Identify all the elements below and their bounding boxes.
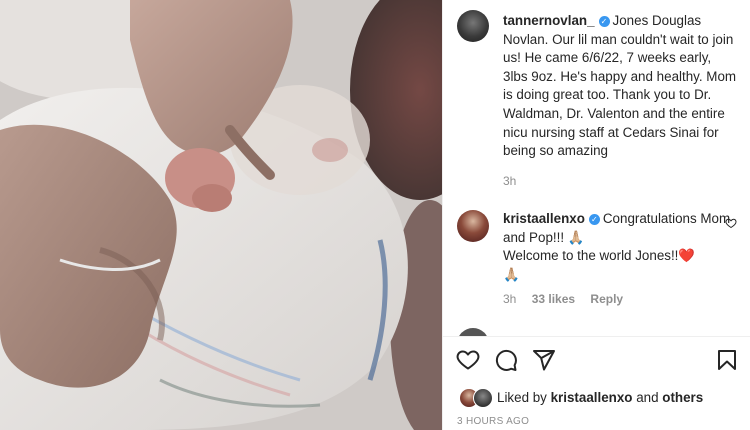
caption-time: 3h [503, 174, 517, 188]
comment-meta: 3h 33 likes Reply [503, 292, 635, 306]
commenter-avatar[interactable] [457, 210, 489, 242]
caption-meta: 3h [503, 174, 528, 188]
liked-by-and: and [636, 390, 659, 405]
post-side-panel: tannernovlan_ ✓ Jones Douglas Novlan. Our … [443, 0, 750, 430]
bookmark-icon[interactable] [715, 348, 739, 372]
comment: kristaallenxo ✓ Congratulations Mom and Po… [503, 210, 739, 284]
comment-likes[interactable]: 33 likes [532, 292, 575, 306]
comment-icon[interactable] [494, 348, 518, 372]
next-comment-partial [457, 322, 747, 336]
comment-text-line2: Welcome to the world Jones!!❤️ [503, 248, 696, 264]
verified-badge-icon: ✓ [598, 16, 610, 27]
reply-button[interactable]: Reply [590, 292, 623, 306]
author-username[interactable]: tannernovlan_ [503, 13, 595, 28]
baby-hand-photo [0, 0, 442, 430]
commenter-username[interactable]: kristaallenxo [503, 211, 585, 226]
horizontal-divider [443, 336, 750, 337]
post-timestamp[interactable]: 3 HOURS AGO [457, 416, 529, 427]
post-photo[interactable] [0, 0, 442, 430]
caption-text: Jones Douglas Novlan. Our lil man couldn… [503, 13, 737, 159]
liked-by-others[interactable]: others [662, 390, 703, 405]
author-avatar[interactable] [457, 10, 489, 42]
comment-time: 3h [503, 292, 517, 306]
author-caption: tannernovlan_ ✓ Jones Douglas Novlan. Our … [503, 12, 739, 161]
paper-plane-icon[interactable] [532, 348, 556, 372]
small-heart-icon[interactable] [725, 217, 737, 229]
verified-badge-icon: ✓ [588, 214, 600, 225]
next-commenter-avatar [457, 328, 489, 336]
comment-text-line3: 🙏🏼 [503, 266, 520, 282]
liked-by-avatar-2 [473, 388, 493, 408]
liked-by-text: Liked by kristaallenxo and others [497, 390, 703, 405]
liked-by-prefix: Liked by [497, 390, 547, 405]
liked-by-user[interactable]: kristaallenxo [551, 390, 633, 405]
heart-icon[interactable] [456, 348, 480, 372]
liked-by-avatars[interactable] [459, 388, 493, 408]
